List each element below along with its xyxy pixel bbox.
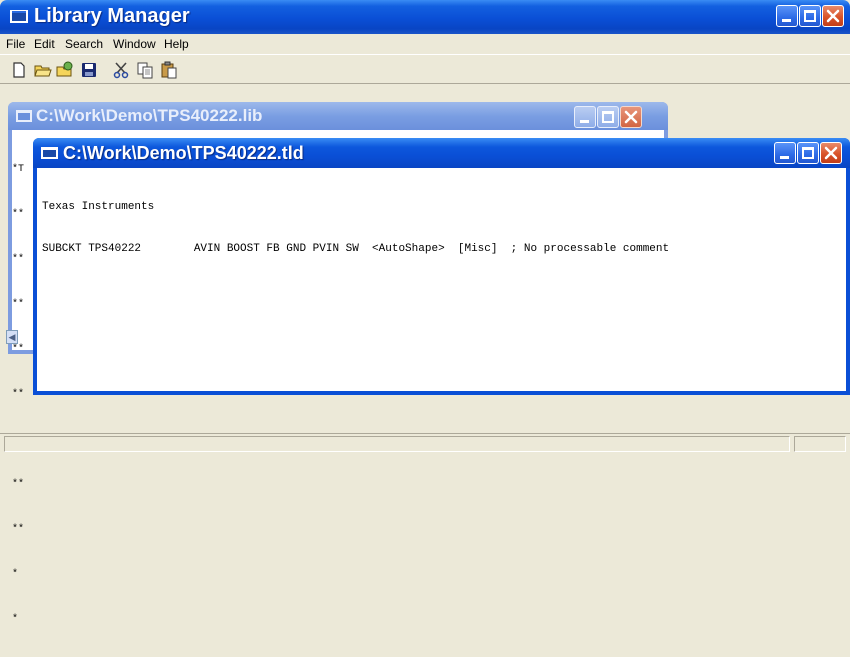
tld-line: SUBCKT TPS40222 AVIN BOOST FB GND PVIN S… xyxy=(42,243,670,255)
document-window-icon xyxy=(41,147,58,159)
lib-title-bar[interactable]: C:\Work\Demo\TPS40222.lib xyxy=(8,102,668,130)
lib-line: ** xyxy=(12,524,25,535)
copy-icon[interactable] xyxy=(136,61,154,79)
document-window-icon xyxy=(16,110,32,122)
maximize-icon xyxy=(802,147,814,159)
lib-line: * xyxy=(12,614,19,625)
tld-document-window[interactable]: C:\Work\Demo\TPS40222.tld Texas Instrume… xyxy=(33,138,850,395)
menu-edit[interactable]: Edit xyxy=(34,37,55,51)
new-file-icon[interactable] xyxy=(10,61,28,79)
open-folder-icon[interactable] xyxy=(34,61,52,79)
close-icon xyxy=(624,110,638,124)
lib-maximize-button[interactable] xyxy=(597,106,619,128)
lib-window-title: C:\Work\Demo\TPS40222.lib xyxy=(36,106,263,125)
app-title: Library Manager xyxy=(34,5,190,27)
paste-icon[interactable] xyxy=(160,61,178,79)
tld-title-bar[interactable]: C:\Work\Demo\TPS40222.tld xyxy=(33,138,850,168)
status-panel-main xyxy=(4,436,790,452)
lib-minimize-button[interactable] xyxy=(574,106,596,128)
status-panel-right xyxy=(794,436,846,452)
lib-close-button[interactable] xyxy=(620,106,642,128)
close-icon xyxy=(824,146,838,160)
tld-minimize-button[interactable] xyxy=(774,142,796,164)
cut-icon[interactable] xyxy=(112,61,130,79)
tld-text-area[interactable]: Texas Instruments SUBCKT TPS40222 AVIN B… xyxy=(37,168,846,391)
lib-line: * xyxy=(12,569,19,580)
close-icon xyxy=(826,9,840,23)
menu-file[interactable]: File xyxy=(6,37,25,51)
menu-bar: File Edit Search Window Help xyxy=(0,34,850,54)
save-icon[interactable] xyxy=(80,61,98,79)
tld-line: Texas Instruments xyxy=(42,201,155,213)
minimize-icon xyxy=(580,120,589,123)
minimize-icon xyxy=(780,156,789,159)
app-title-bar[interactable]: Library Manager xyxy=(0,0,850,34)
maximize-icon xyxy=(602,111,614,123)
menu-search[interactable]: Search xyxy=(65,37,103,51)
menu-help[interactable]: Help xyxy=(164,37,189,51)
lib-line: ** xyxy=(12,479,25,490)
tld-maximize-button[interactable] xyxy=(797,142,819,164)
arrow-left-icon: ◀ xyxy=(8,332,16,342)
open-recent-icon[interactable] xyxy=(56,61,74,79)
minimize-button[interactable] xyxy=(776,5,798,27)
tld-text-lines: Texas Instruments SUBCKT TPS40222 AVIN B… xyxy=(42,172,669,284)
tld-window-title: C:\Work\Demo\TPS40222.tld xyxy=(63,143,304,163)
toolbar xyxy=(0,54,850,84)
tld-close-button[interactable] xyxy=(820,142,842,164)
maximize-icon xyxy=(804,10,816,22)
status-bar xyxy=(0,433,850,453)
close-button[interactable] xyxy=(822,5,844,27)
menu-window[interactable]: Window xyxy=(113,37,156,51)
app-window-icon xyxy=(10,10,28,23)
scroll-left-button[interactable]: ◀ xyxy=(6,330,18,344)
maximize-button[interactable] xyxy=(799,5,821,27)
minimize-icon xyxy=(782,19,791,22)
